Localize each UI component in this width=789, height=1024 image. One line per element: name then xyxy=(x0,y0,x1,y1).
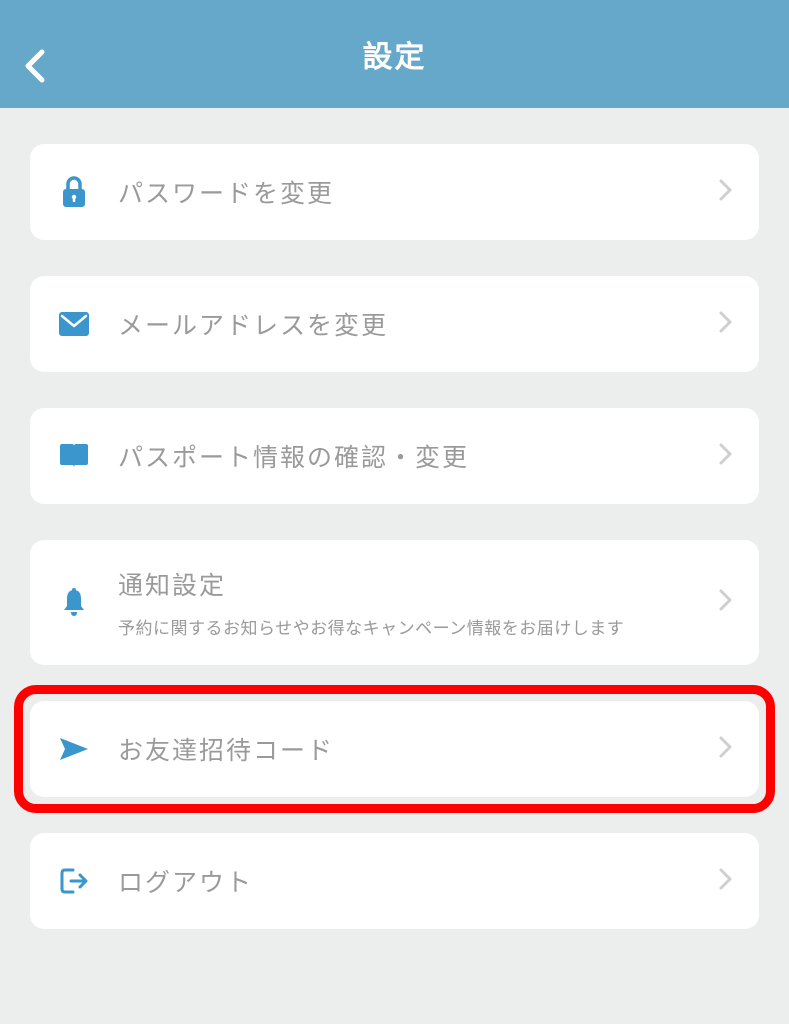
settings-item-label: パスポート情報の確認・変更 xyxy=(118,438,711,474)
chevron-right-icon xyxy=(719,310,733,339)
settings-item-logout[interactable]: ログアウト xyxy=(30,833,759,929)
settings-item-text: メールアドレスを変更 xyxy=(118,306,711,342)
logout-icon xyxy=(56,866,92,896)
settings-item-text: 通知設定 予約に関するお知らせやお得なキャンペーン情報をお届けします xyxy=(118,566,711,639)
header: 設定 xyxy=(0,0,789,108)
book-icon xyxy=(56,443,92,469)
lock-icon xyxy=(56,176,92,208)
settings-item-notifications[interactable]: 通知設定 予約に関するお知らせやお得なキャンペーン情報をお届けします xyxy=(30,540,759,665)
settings-item-label: ログアウト xyxy=(118,863,711,899)
settings-item-label: パスワードを変更 xyxy=(118,174,711,210)
chevron-right-icon xyxy=(719,867,733,896)
settings-item-label: 通知設定 xyxy=(118,566,711,602)
settings-item-label: メールアドレスを変更 xyxy=(118,306,711,342)
settings-item-label: お友達招待コード xyxy=(118,731,711,767)
bell-icon xyxy=(56,588,92,618)
settings-item-password[interactable]: パスワードを変更 xyxy=(30,144,759,240)
chevron-right-icon xyxy=(719,735,733,764)
mail-icon xyxy=(56,312,92,336)
settings-item-invite-code[interactable]: お友達招待コード xyxy=(30,701,759,797)
settings-item-email[interactable]: メールアドレスを変更 xyxy=(30,276,759,372)
settings-list: パスワードを変更 メールアドレスを変更 xyxy=(0,108,789,929)
chevron-right-icon xyxy=(719,588,733,617)
settings-item-passport[interactable]: パスポート情報の確認・変更 xyxy=(30,408,759,504)
chevron-left-icon xyxy=(22,48,46,84)
settings-item-text: パスポート情報の確認・変更 xyxy=(118,438,711,474)
page-title: 設定 xyxy=(0,32,789,76)
send-icon xyxy=(56,736,92,762)
chevron-right-icon xyxy=(719,178,733,207)
highlight-annotation: お友達招待コード xyxy=(0,685,789,813)
back-button[interactable] xyxy=(22,48,46,84)
settings-item-text: お友達招待コード xyxy=(118,731,711,767)
settings-item-text: パスワードを変更 xyxy=(118,174,711,210)
settings-item-text: ログアウト xyxy=(118,863,711,899)
settings-item-sublabel: 予約に関するお知らせやお得なキャンペーン情報をお届けします xyxy=(118,614,711,639)
chevron-right-icon xyxy=(719,442,733,471)
